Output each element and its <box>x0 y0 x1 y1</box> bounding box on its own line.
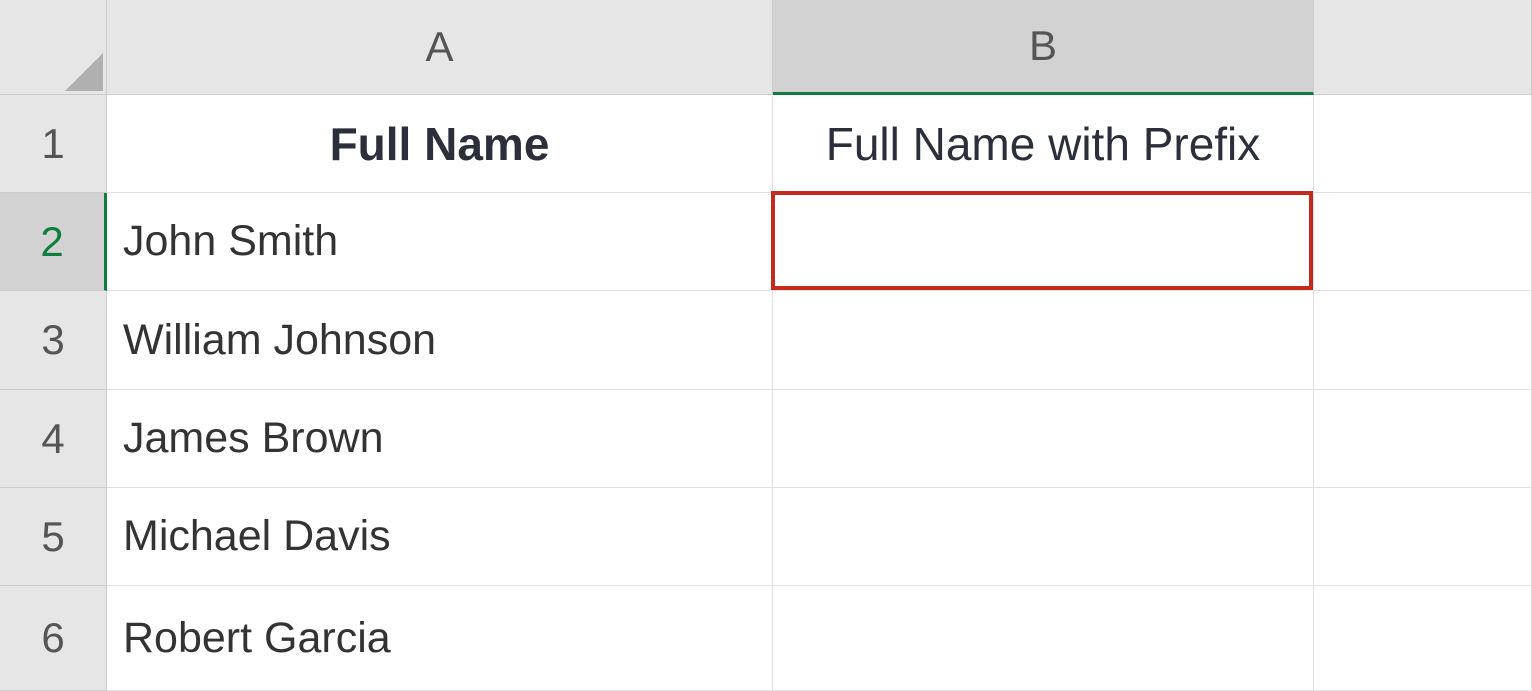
row-header-5[interactable]: 5 <box>0 488 107 586</box>
select-all-corner[interactable] <box>0 0 107 95</box>
cell-a1[interactable]: Full Name <box>107 95 773 193</box>
cell-b2[interactable] <box>773 193 1314 291</box>
cell-c5[interactable] <box>1314 488 1532 586</box>
row-header-4[interactable]: 4 <box>0 390 107 488</box>
column-header-b[interactable]: B <box>773 0 1314 95</box>
cell-c3[interactable] <box>1314 291 1532 390</box>
row-header-6[interactable]: 6 <box>0 586 107 691</box>
cell-a2[interactable]: John Smith <box>107 193 773 291</box>
cell-a5[interactable]: Michael Davis <box>107 488 773 586</box>
column-header-c[interactable] <box>1314 0 1532 95</box>
cell-b6[interactable] <box>773 586 1314 691</box>
cell-b5[interactable] <box>773 488 1314 586</box>
column-header-a[interactable]: A <box>107 0 773 95</box>
cell-c4[interactable] <box>1314 390 1532 488</box>
row-header-3[interactable]: 3 <box>0 291 107 390</box>
row-header-1[interactable]: 1 <box>0 95 107 193</box>
cell-b1[interactable]: Full Name with Prefix <box>773 95 1314 193</box>
cell-a4[interactable]: James Brown <box>107 390 773 488</box>
cell-c2[interactable] <box>1314 193 1532 291</box>
cell-c1[interactable] <box>1314 95 1532 193</box>
cell-a6[interactable]: Robert Garcia <box>107 586 773 691</box>
cell-c6[interactable] <box>1314 586 1532 691</box>
row-header-2[interactable]: 2 <box>0 193 107 291</box>
cell-b4[interactable] <box>773 390 1314 488</box>
spreadsheet-grid: A B 1 Full Name Full Name with Prefix 2 … <box>0 0 1532 691</box>
cell-a3[interactable]: William Johnson <box>107 291 773 390</box>
cell-b3[interactable] <box>773 291 1314 390</box>
